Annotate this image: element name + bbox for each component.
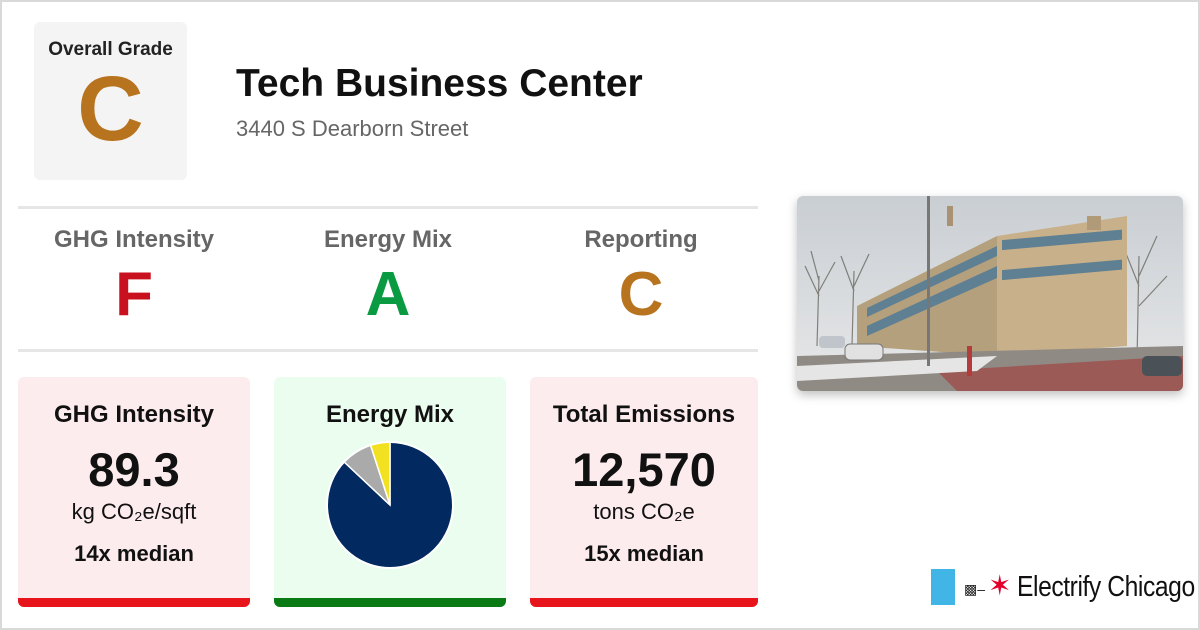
chicago-flag-stripe: [931, 569, 955, 605]
subgrade-ghg-intensity: GHG Intensity F: [14, 226, 254, 328]
total-emissions-card: Total Emissions 12,570 tons CO₂e 15x med…: [530, 377, 758, 607]
subgrade-letter: F: [115, 260, 153, 329]
card-status-bar: [274, 598, 506, 607]
subgrade-label: GHG Intensity: [53, 226, 215, 253]
subgrade-label: Reporting: [584, 226, 698, 253]
electrify-chicago-logo: ▩– ✶ Electrify Chicago: [931, 569, 1195, 606]
total-emissions-value: 12,570: [572, 443, 716, 496]
subgrade-reporting: Reporting C: [521, 226, 761, 328]
ghg-intensity-unit: kg CO₂e/sqft: [71, 499, 197, 524]
overall-grade-letter: C: [77, 58, 144, 160]
building-address: 3440 S Dearborn Street: [236, 116, 469, 141]
plug-icon: ▩–: [964, 581, 986, 597]
card-title: GHG Intensity: [53, 401, 215, 428]
chicago-star-icon: ✶: [988, 570, 1012, 601]
ghg-intensity-value: 89.3: [88, 443, 180, 496]
card-title: Total Emissions: [552, 401, 736, 428]
total-emissions-median: 15x median: [584, 541, 704, 566]
divider-top: [18, 206, 758, 209]
subgrade-letter: A: [365, 260, 411, 329]
subgrade-energy-mix: Energy Mix A: [268, 226, 508, 328]
subgrade-label: Energy Mix: [323, 226, 453, 253]
energy-mix-pie-chart: [326, 441, 454, 569]
building-photo: [797, 196, 1183, 391]
overall-grade-box: Overall Grade C: [34, 22, 187, 180]
card-status-bar: [530, 598, 758, 607]
logo-text: Electrify Chicago: [1017, 571, 1195, 603]
divider-bottom: [18, 349, 758, 352]
card-status-bar: [18, 598, 250, 607]
energy-mix-card: Energy Mix: [274, 377, 506, 607]
subgrade-letter: C: [618, 260, 664, 329]
building-name: Tech Business Center: [236, 62, 643, 105]
ghg-intensity-median: 14x median: [74, 541, 194, 566]
ghg-intensity-card: GHG Intensity 89.3 kg CO₂e/sqft 14x medi…: [18, 377, 250, 607]
card-title: Energy Mix: [325, 401, 455, 428]
total-emissions-unit: tons CO₂e: [593, 499, 695, 524]
